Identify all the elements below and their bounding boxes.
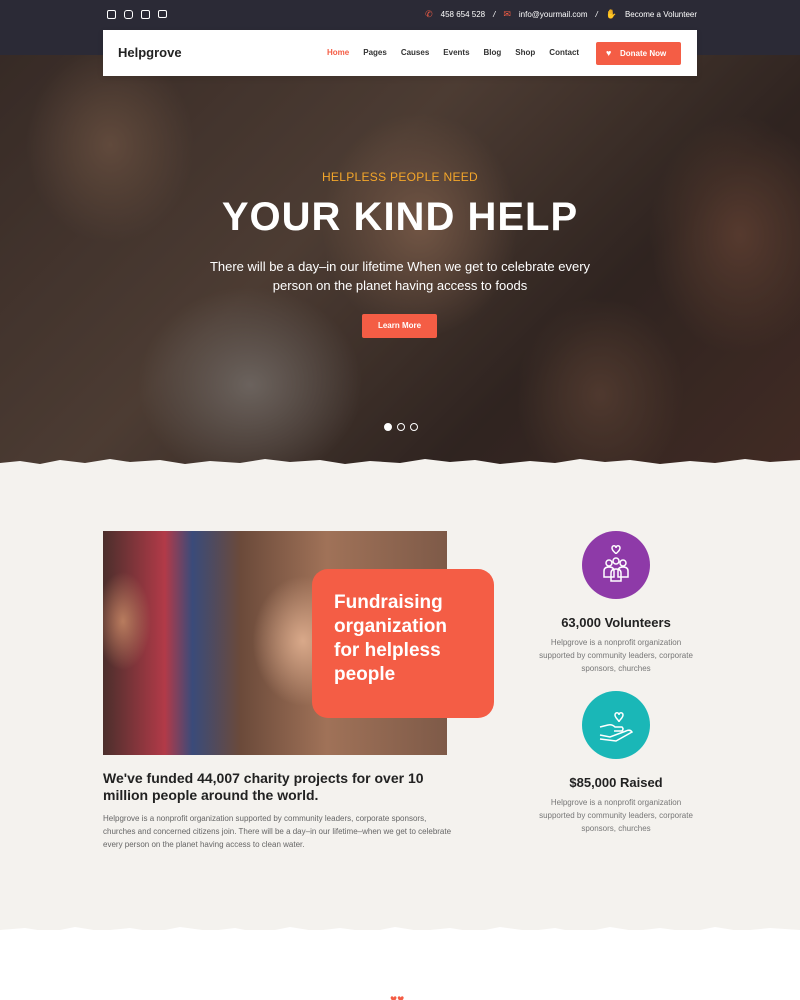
menu-item-blog[interactable]: Blog (484, 48, 502, 57)
mail-icon: ✉ (503, 9, 511, 19)
stat-volunteers: 63,000 Volunteers Helpgrove is a nonprof… (535, 531, 697, 675)
torn-edge-divider (0, 927, 800, 940)
stat-raised-title: $85,000 Raised (569, 775, 663, 790)
stat-volunteers-title: 63,000 Volunteers (561, 615, 671, 630)
instagram-icon[interactable] (124, 10, 133, 19)
heart-icon: ♥♥ (390, 992, 405, 1000)
logo[interactable]: Helpgrove (118, 45, 182, 60)
volunteer-link[interactable]: Become a Volunteer (625, 10, 697, 19)
hero-kicker: HELPLESS PEOPLE NEED (321, 170, 479, 184)
fundraising-card: Fundraising organization for helpless pe… (312, 569, 494, 718)
facebook-icon[interactable] (107, 10, 116, 19)
separator: / (595, 10, 598, 19)
menu-item-pages[interactable]: Pages (363, 48, 387, 57)
slider-dots (384, 423, 418, 431)
funded-description: Helpgrove is a nonprofit organization su… (103, 814, 452, 849)
menu-item-causes[interactable]: Causes (401, 48, 429, 57)
stat-raised: $85,000 Raised Helpgrove is a nonprofit … (535, 691, 697, 835)
youtube-icon[interactable] (158, 10, 167, 18)
hero-description: There will be a day–in our lifetime When… (209, 259, 591, 293)
heart-hand-icon (582, 691, 650, 759)
hero-slider: HELPLESS PEOPLE NEED YOUR KIND HELP Ther… (0, 55, 800, 468)
email-link[interactable]: info@yourmail.com (519, 10, 588, 19)
donate-label: Donate Now (620, 49, 667, 58)
menu-item-home[interactable]: Home (327, 48, 349, 57)
stat-raised-description: Helpgrove is a nonprofit organization su… (539, 798, 693, 833)
menu-item-events[interactable]: Events (443, 48, 469, 57)
slider-dot[interactable] (384, 423, 392, 431)
fundraising-card-text: Fundraising organization for helpless pe… (334, 592, 447, 685)
separator: / (493, 10, 496, 19)
menu-item-contact[interactable]: Contact (549, 48, 579, 57)
navbar: Helpgrove Home Pages Causes Events Blog … (103, 30, 697, 76)
funded-headline: We've funded 44,007 charity projects for… (103, 770, 424, 803)
phone-number[interactable]: 458 654 528 (441, 10, 486, 19)
main-menu: Home Pages Causes Events Blog Shop Conta… (327, 48, 593, 57)
volunteer-icon: ✋ (605, 9, 617, 19)
hero-content: HELPLESS PEOPLE NEED YOUR KIND HELP Ther… (0, 55, 800, 468)
heart-icon: ♥ (606, 48, 612, 58)
twitter-icon[interactable] (141, 10, 150, 19)
stat-volunteers-description: Helpgrove is a nonprofit organization su… (539, 638, 693, 673)
slider-dot[interactable] (410, 423, 418, 431)
next-section (0, 930, 800, 1000)
donate-button[interactable]: ♥ Donate Now (596, 42, 681, 65)
menu-item-shop[interactable]: Shop (515, 48, 535, 57)
contact-info: ✆ 458 654 528 / ✉ info@yourmail.com / ✋ … (425, 9, 697, 20)
learn-more-button[interactable]: Learn More (362, 314, 437, 338)
torn-edge-divider (0, 459, 800, 477)
slider-dot[interactable] (397, 423, 405, 431)
logo-text: Helpgrove (118, 45, 182, 60)
volunteers-icon (582, 531, 650, 599)
social-links (107, 10, 167, 19)
hero-title: YOUR KIND HELP (221, 195, 579, 239)
phone-icon: ✆ (425, 9, 433, 19)
